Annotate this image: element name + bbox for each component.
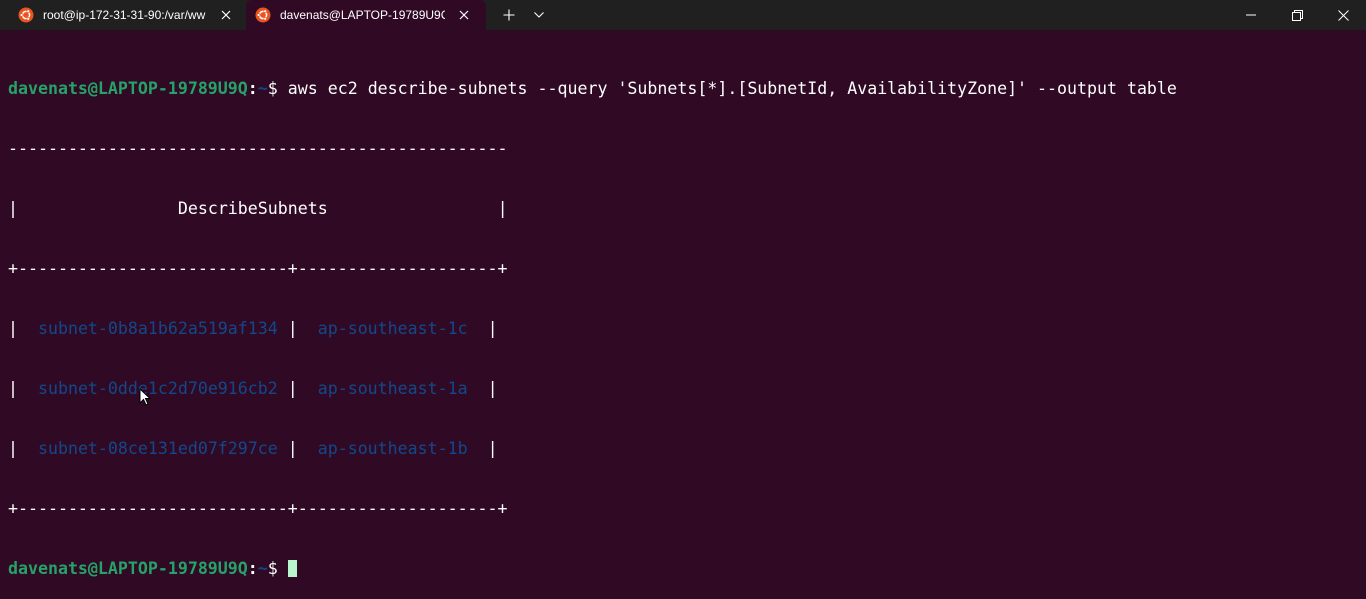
tab-title: root@ip-172-31-31-90:/var/ww [43, 8, 206, 22]
tab-laptop-shell[interactable]: davenats@LAPTOP-19789U9C [246, 0, 486, 30]
prompt-dollar: $ [267, 559, 288, 578]
tab-title: davenats@LAPTOP-19789U9C [280, 8, 445, 22]
tab-dropdown-button[interactable] [528, 5, 550, 25]
plus-icon [503, 9, 515, 21]
table-row: | subnet-0b8a1b62a519af134 | ap-southeas… [8, 319, 498, 338]
ubuntu-icon [18, 7, 34, 23]
table-title: DescribeSubnets [177, 199, 328, 218]
ubuntu-icon [255, 7, 271, 23]
close-icon [1337, 9, 1349, 21]
tab-close-icon[interactable] [456, 7, 472, 23]
prompt-colon: : [247, 559, 258, 578]
command-line: davenats@LAPTOP-19789U9Q:~$ aws ec2 desc… [8, 79, 1177, 99]
text-cursor [287, 560, 297, 577]
availability-zone: ap-southeast-1b [317, 439, 468, 458]
availability-zone: ap-southeast-1a [317, 379, 468, 398]
minimize-button[interactable] [1228, 0, 1274, 30]
minimize-icon [1246, 14, 1256, 16]
prompt-dollar: $ [267, 79, 288, 98]
prompt-user-host: davenats@LAPTOP-19789U9Q [8, 559, 248, 578]
tab-close-icon[interactable] [218, 7, 234, 23]
new-tab-button[interactable] [498, 5, 520, 25]
prompt-colon: : [247, 79, 258, 98]
table-top-border: ----------------------------------------… [8, 139, 508, 158]
restore-button[interactable] [1274, 0, 1320, 30]
subnet-id: subnet-08ce131ed07f297ce [37, 439, 278, 458]
terminal-output[interactable]: davenats@LAPTOP-19789U9Q:~$ aws ec2 desc… [8, 39, 1177, 599]
subnet-id: subnet-0b8a1b62a519af134 [37, 319, 278, 338]
table-bottom-border: +---------------------------+-----------… [8, 499, 508, 518]
tab-root-server[interactable]: root@ip-172-31-31-90:/var/ww [0, 0, 242, 30]
table-border-char: | [8, 199, 18, 218]
command-text: aws ec2 describe-subnets --query 'Subnet… [287, 79, 1177, 98]
close-window-button[interactable] [1320, 0, 1366, 30]
table-row: | subnet-08ce131ed07f297ce | ap-southeas… [8, 439, 498, 458]
prompt-path: ~ [257, 79, 268, 98]
prompt-user-host: davenats@LAPTOP-19789U9Q [8, 79, 248, 98]
prompt-path: ~ [257, 559, 268, 578]
table-separator: +---------------------------+-----------… [8, 259, 508, 278]
table-row: | subnet-0dde1c2d70e916cb2 | ap-southeas… [8, 379, 498, 398]
mouse-pointer-icon [139, 387, 152, 406]
table-title-row: | DescribeSubnets | [8, 199, 1177, 219]
availability-zone: ap-southeast-1c [317, 319, 468, 338]
chevron-down-icon [534, 12, 544, 18]
table-border-char: | [497, 199, 508, 218]
title-bar: root@ip-172-31-31-90:/var/ww davenats@LA… [0, 0, 1366, 30]
restore-icon [1291, 9, 1303, 21]
subnet-id: subnet-0dde1c2d70e916cb2 [37, 379, 278, 398]
prompt-line: davenats@LAPTOP-19789U9Q:~$ [8, 559, 1177, 579]
